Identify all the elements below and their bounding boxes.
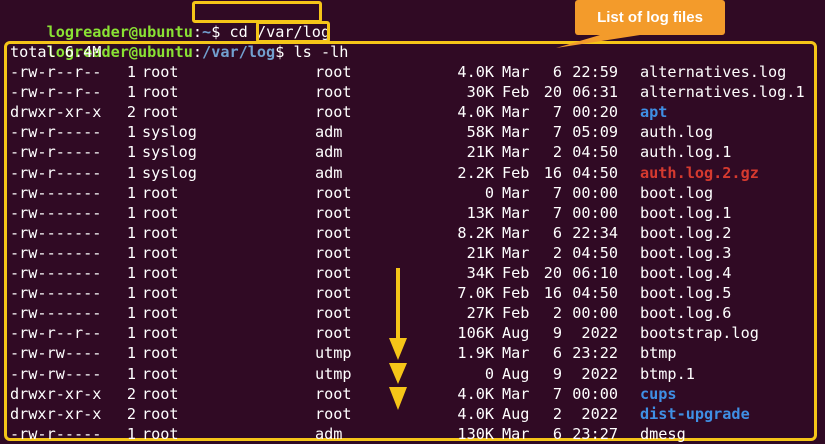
callout-pointer: [556, 35, 640, 48]
callout-label-box: List of log files: [575, 0, 725, 35]
annotation-layer: [389, 35, 640, 410]
callout-text: List of log files: [597, 9, 703, 26]
scroll-arrow-head: [389, 363, 407, 384]
scroll-arrow-head: [389, 387, 407, 410]
scroll-arrow-head: [389, 338, 407, 360]
terminal-window: logreader@ubuntu:~$ cd /var/log logreade…: [0, 0, 825, 444]
